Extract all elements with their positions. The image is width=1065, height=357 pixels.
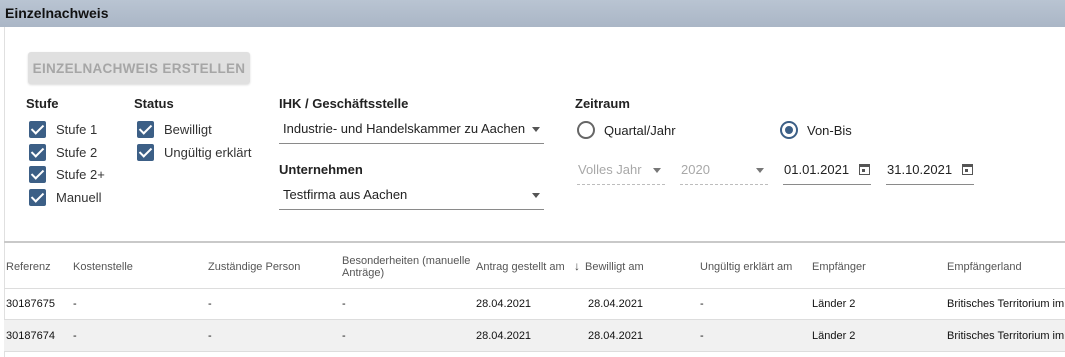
table-row[interactable] <box>4 288 1065 320</box>
to-date-field[interactable]: 31.10.2021 <box>886 158 974 185</box>
checkbox-label: Bewilligt <box>164 121 212 137</box>
checkbox-label: Stufe 2 <box>56 144 98 160</box>
cell-empfaenger: Länder 2 <box>812 298 856 310</box>
dropdown-arrow-icon <box>532 127 540 132</box>
checkbox-label: Stufe 2+ <box>56 166 105 182</box>
checkbox-checked-icon <box>29 143 46 161</box>
column-header-zustaendige-person[interactable]: Zuständige Person <box>208 261 300 273</box>
calendar-icon[interactable] <box>859 164 870 175</box>
column-header-ungueltig-erklaert-am[interactable]: Ungültig erklärt am <box>700 261 792 273</box>
dropdown-arrow-icon <box>653 168 661 173</box>
cell-bewilligt: 28.04.2021 <box>588 330 644 342</box>
radio-von-bis[interactable]: Von-Bis <box>780 121 852 139</box>
cell-besonderheiten: - <box>342 298 346 310</box>
cell-referenz: 30187674 <box>6 330 55 342</box>
column-header-referenz[interactable]: Referenz <box>6 261 51 273</box>
checkbox-label: Manuell <box>56 189 102 205</box>
cell-besonderheiten: - <box>342 330 346 342</box>
column-header-bewilligt-am[interactable]: ↓ Bewilligt am <box>572 260 644 273</box>
page-title: Einzelnachweis <box>5 5 109 21</box>
checkbox-stufe-2[interactable]: Stufe 2 <box>29 142 97 162</box>
status-label: Status <box>134 96 174 111</box>
cell-bewilligt: 28.04.2021 <box>588 298 644 310</box>
stufe-label: Stufe <box>26 96 59 111</box>
checkbox-label: Stufe 1 <box>56 121 98 137</box>
checkbox-ungueltig-erklaert[interactable]: Ungültig erklärt <box>137 142 251 162</box>
checkbox-checked-icon <box>29 188 46 206</box>
dropdown-arrow-icon <box>532 193 540 198</box>
cell-ungueltig: - <box>700 298 704 310</box>
period-select-value: Volles Jahr <box>578 162 642 177</box>
checkbox-checked-icon <box>137 143 154 161</box>
column-header-label: Bewilligt am <box>585 261 644 273</box>
calendar-icon[interactable] <box>962 164 973 175</box>
period-select[interactable]: Volles Jahr <box>577 158 665 185</box>
radio-checked-icon <box>780 121 798 139</box>
column-header-empfaengerland[interactable]: Empfängerland <box>947 261 1022 273</box>
cell-person: - <box>208 298 212 310</box>
cell-antrag: 28.04.2021 <box>476 330 532 342</box>
unternehmen-select[interactable]: Testfirma aus Aachen <box>279 183 544 210</box>
column-header-empfaenger[interactable]: Empfänger <box>812 261 866 273</box>
year-select-value: 2020 <box>681 162 710 177</box>
column-header-kostenstelle[interactable]: Kostenstelle <box>73 261 133 273</box>
cell-person: - <box>208 330 212 342</box>
page-header: Einzelnachweis <box>0 0 1065 27</box>
radio-unchecked-icon <box>577 121 595 139</box>
cell-empfaenger: Länder 2 <box>812 330 856 342</box>
checkbox-checked-icon <box>137 120 154 138</box>
radio-label: Von-Bis <box>807 122 852 138</box>
dropdown-arrow-icon <box>756 168 764 173</box>
column-header-antrag-gestellt-am[interactable]: Antrag gestellt am <box>476 261 565 273</box>
year-select[interactable]: 2020 <box>680 158 768 185</box>
checkbox-label: Ungültig erklärt <box>164 144 252 160</box>
checkbox-manuell[interactable]: Manuell <box>29 187 102 207</box>
ihk-label: IHK / Geschäftsstelle <box>279 96 409 111</box>
zeitraum-label: Zeitraum <box>575 96 630 111</box>
checkbox-bewilligt[interactable]: Bewilligt <box>137 119 212 139</box>
checkbox-checked-icon <box>29 165 46 183</box>
table-divider <box>4 241 1065 243</box>
unternehmen-select-value: Testfirma aus Aachen <box>283 187 408 202</box>
create-einzelnachweis-button[interactable]: EINZELNACHWEIS ERSTELLEN <box>28 52 250 84</box>
from-date-field[interactable]: 01.01.2021 <box>783 158 871 185</box>
ihk-select[interactable]: Industrie- und Handelskammer zu Aachen <box>279 117 544 144</box>
column-header-besonderheiten[interactable]: Besonderheiten (manuelle Anträge) <box>342 255 472 279</box>
cell-referenz: 30187675 <box>6 298 55 310</box>
ihk-select-value: Industrie- und Handelskammer zu Aachen <box>283 121 526 136</box>
cell-empfaengerland: Britisches Territorium im Indischen Ozea… <box>947 330 1065 342</box>
from-date-value: 01.01.2021 <box>784 162 850 177</box>
radio-quartal-jahr[interactable]: Quartal/Jahr <box>577 121 676 139</box>
arrow-down-icon: ↓ <box>574 259 580 273</box>
cell-empfaengerland: Britisches Territorium im Indischen Ozea… <box>947 298 1065 310</box>
cell-ungueltig: - <box>700 330 704 342</box>
checkbox-stufe-1[interactable]: Stufe 1 <box>29 119 97 139</box>
cell-kostenstelle: - <box>73 330 77 342</box>
to-date-value: 31.10.2021 <box>887 162 953 177</box>
checkbox-checked-icon <box>29 120 46 138</box>
unternehmen-label: Unternehmen <box>279 162 363 177</box>
table-row[interactable] <box>4 320 1065 352</box>
cell-kostenstelle: - <box>73 298 77 310</box>
checkbox-stufe-2-plus[interactable]: Stufe 2+ <box>29 164 105 184</box>
cell-antrag: 28.04.2021 <box>476 298 532 310</box>
radio-label: Quartal/Jahr <box>604 122 676 138</box>
